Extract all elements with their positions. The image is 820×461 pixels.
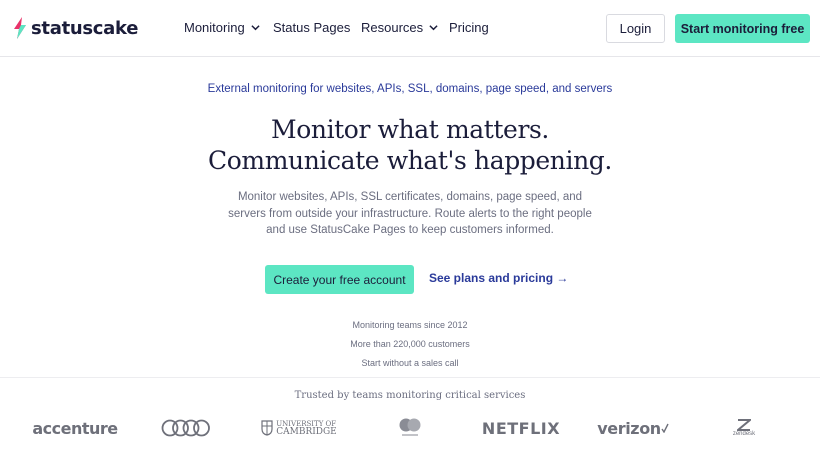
fact-item: Monitoring teams since 2012 (352, 320, 468, 330)
trusted-by-section: Trusted by teams monitoring critical ser… (0, 377, 820, 461)
cambridge-crest-icon (261, 420, 273, 436)
statuscake-logo[interactable]: statuscake (12, 16, 138, 40)
login-button[interactable]: Login (606, 14, 665, 43)
zendesk-z-icon (737, 419, 751, 431)
checkmark-icon (661, 423, 669, 433)
fact-item: Start without a sales call (361, 358, 459, 368)
nav-status-pages-label: Status Pages (273, 20, 351, 35)
nav-monitoring-label: Monitoring (184, 20, 245, 35)
see-plans-pricing-link[interactable]: See plans and pricing → (429, 271, 568, 285)
fact-item: More than 220,000 customers (350, 339, 470, 349)
zendesk-wordmark: zendesk (732, 431, 756, 437)
verizon-wordmark: verizon (597, 418, 661, 438)
hero-headline: Monitor what matters. Communicate what's… (0, 114, 820, 176)
mastercard-logo (394, 413, 426, 443)
nav-monitoring[interactable]: Monitoring (184, 20, 260, 35)
nav-resources-label: Resources (361, 20, 424, 35)
chevron-down-icon (429, 25, 438, 31)
cambridge-logo: UNIVERSITY OF CAMBRIDGE (258, 413, 340, 443)
site-header: statuscake Monitoring Status Pages Resou… (0, 0, 820, 57)
accenture-wordmark: accenture (32, 418, 118, 438)
cambridge-line-2: CAMBRIDGE (276, 427, 337, 437)
nav-pricing-label: Pricing (449, 20, 489, 35)
nav-pricing[interactable]: Pricing (449, 20, 489, 35)
mastercard-circles-icon (399, 418, 421, 436)
zendesk-logo: zendesk (726, 413, 762, 443)
audi-logo (160, 413, 212, 443)
hero-eyebrow: External monitoring for websites, APIs, … (207, 83, 613, 95)
start-monitoring-free-button[interactable]: Start monitoring free (675, 14, 810, 43)
headline-line-1: Monitor what matters. (271, 115, 549, 144)
logo-text: statuscake (31, 17, 139, 39)
netflix-wordmark: NETFLIX (481, 418, 561, 438)
nav-resources[interactable]: Resources (361, 20, 438, 35)
create-free-account-button[interactable]: Create your free account (265, 265, 414, 294)
nav-status-pages[interactable]: Status Pages (273, 20, 350, 35)
lightning-logo-icon (14, 17, 26, 39)
headline-line-2: Communicate what's happening. (208, 146, 612, 175)
netflix-logo: NETFLIX (482, 413, 560, 443)
trusted-title: Trusted by teams monitoring critical ser… (294, 390, 526, 401)
audi-rings-icon (161, 419, 210, 437)
accenture-logo: accenture (32, 413, 118, 443)
chevron-down-icon (251, 25, 260, 31)
cambridge-wordmark: UNIVERSITY OF CAMBRIDGE (276, 420, 337, 437)
verizon-logo: verizon (597, 413, 669, 443)
hero-subtext: Monitor websites, APIs, SSL certificates… (228, 191, 592, 236)
